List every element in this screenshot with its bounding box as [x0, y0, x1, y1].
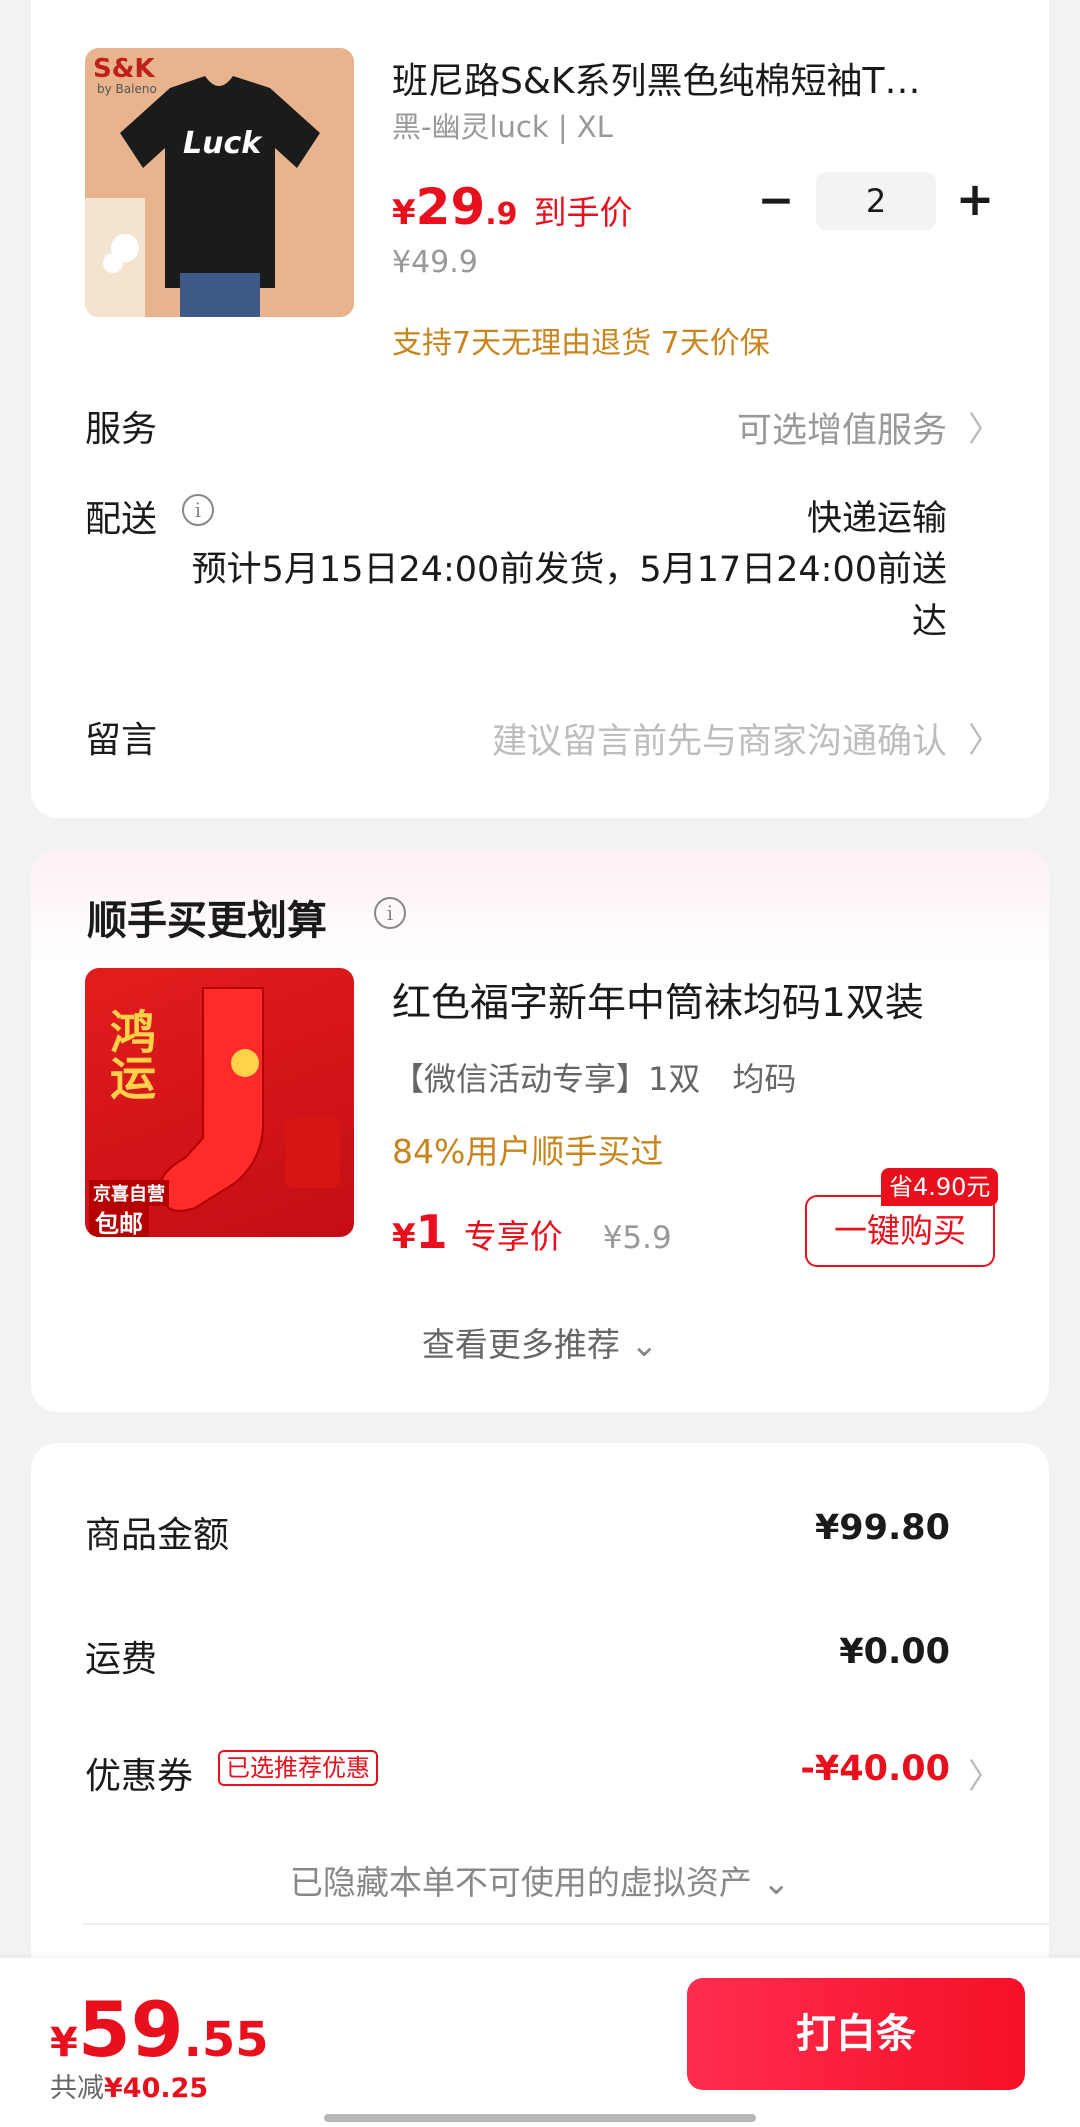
pay-button[interactable]: 打白条	[687, 1978, 1025, 2090]
chevron-down-icon: ⌄	[762, 1863, 791, 1902]
service-value[interactable]: 可选增值服务	[737, 402, 947, 453]
price-decimal: .9	[485, 197, 518, 232]
addon-price: ¥ 1 专享价 ¥5.9	[392, 1205, 672, 1259]
quantity-field[interactable]: 2	[816, 172, 936, 230]
addon-original-price: ¥5.9	[602, 1220, 672, 1256]
more-recommendations-label: 查看更多推荐	[421, 1325, 620, 1364]
delivery-label: 配送	[85, 499, 158, 540]
total-reduction: 共减¥40.25	[50, 2066, 208, 2105]
product-title[interactable]: 班尼路S&K系列黑色纯棉短袖T…	[392, 52, 992, 104]
divider	[83, 1923, 1049, 1925]
reduction-value: ¥40.25	[104, 2073, 209, 2104]
goods-amount-value: ¥99.80	[814, 1508, 950, 1548]
shipping-label: 运费	[85, 1639, 158, 1680]
shipping-value: ¥0.00	[839, 1632, 950, 1672]
section-title: 顺手买更划算	[87, 898, 327, 944]
delivery-method[interactable]: 快递运输	[807, 490, 947, 541]
total-decimal: .55	[183, 2012, 269, 2068]
service-label: 服务	[85, 409, 158, 450]
addon-price-tag: 专享价	[463, 1217, 563, 1256]
coupon-label: 优惠券	[85, 1756, 194, 1797]
original-price: ¥49.9	[392, 245, 478, 280]
more-recommendations-link[interactable]: 查看更多推荐 ⌄	[0, 1318, 1080, 1366]
image-slogan: 鸿运	[103, 1008, 157, 1100]
savings-badge: 省4.90元	[881, 1168, 999, 1206]
tshirt-print: Luck	[183, 126, 262, 161]
addon-price-currency: ¥	[392, 1217, 416, 1257]
addon-price-value: 1	[415, 1205, 448, 1259]
message-input[interactable]: 建议留言前先与商家沟通确认	[492, 713, 947, 764]
addon-image[interactable]: 鸿运 京喜自营 包邮	[85, 968, 354, 1237]
brand-logo-sub: by Baleno	[97, 82, 157, 96]
image-badge: 包邮	[89, 1204, 149, 1237]
info-icon[interactable]: i	[374, 897, 406, 929]
chevron-right-icon[interactable]: 〉	[968, 402, 1002, 451]
product-spec[interactable]: 黑-幽灵luck | XL	[392, 104, 613, 146]
addon-popularity: 84%用户顺手买过	[392, 1132, 664, 1171]
home-indicator[interactable]	[324, 2114, 756, 2122]
hidden-assets-label: 已隐藏本单不可使用的虚拟资产	[289, 1863, 752, 1902]
brand-logo: S&K	[93, 54, 155, 84]
coupon-value[interactable]: -¥40.00	[800, 1749, 950, 1789]
reduction-label: 共减	[50, 2073, 104, 2104]
addon-spec: 【微信活动专享】1双 均码	[392, 1060, 797, 1098]
message-label: 留言	[85, 720, 158, 761]
guarantee-text: 支持7天无理由退货 7天价保	[392, 326, 770, 361]
total-currency: ¥	[50, 2020, 78, 2066]
total-price: ¥ 59 .55	[50, 1985, 269, 2074]
price-integer: 29	[415, 178, 486, 236]
image-badge-top: 京喜自营	[89, 1180, 169, 1206]
info-icon[interactable]: i	[182, 494, 214, 526]
price-currency: ¥	[392, 193, 416, 233]
price-tag: 到手价	[533, 193, 633, 232]
minus-icon[interactable]: −	[756, 178, 796, 224]
goods-amount-label: 商品金额	[85, 1515, 230, 1556]
hidden-assets-toggle[interactable]: 已隐藏本单不可使用的虚拟资产 ⌄	[0, 1856, 1080, 1904]
plus-icon[interactable]: +	[955, 176, 995, 222]
total-integer: 59	[77, 1985, 184, 2074]
chevron-right-icon[interactable]: 〉	[968, 1749, 1002, 1798]
chevron-down-icon: ⌄	[630, 1325, 659, 1364]
coupon-tag: 已选推荐优惠	[218, 1750, 378, 1786]
product-price: ¥ 29 .9 到手价	[392, 178, 633, 236]
chevron-right-icon[interactable]: 〉	[968, 713, 1002, 762]
addon-title[interactable]: 红色福字新年中筒袜均码1双装	[392, 972, 924, 1028]
delivery-estimate: 预计5月15日24:00前发货，5月17日24:00前送达	[191, 550, 947, 642]
product-image[interactable]: S&K by Baleno Luck	[85, 48, 354, 317]
